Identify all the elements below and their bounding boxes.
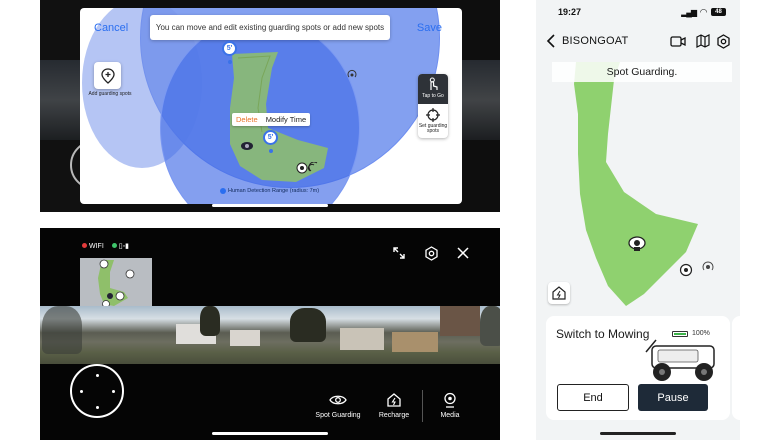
battery-bar: [672, 331, 688, 337]
charging-station-icon: [679, 261, 714, 277]
phone-screen: 19:27 ▂▄▆ ◠ 48 BISONGOAT Spot Guarding. …: [536, 0, 740, 440]
map-tools: Tap to Go Set guarding spots: [418, 74, 448, 138]
save-button[interactable]: Save: [417, 22, 442, 34]
map-icon[interactable]: [696, 34, 710, 48]
guard-spot-pin[interactable]: 5': [222, 41, 237, 56]
mini-map-lawn: [98, 259, 135, 308]
camera-icon: [444, 392, 456, 408]
clock: 19:27: [558, 7, 582, 17]
spot-guarding-label: Spot Guarding: [315, 412, 361, 419]
media-label: Media: [440, 412, 460, 419]
wifi-icon: ◠: [700, 6, 707, 17]
close-icon[interactable]: [456, 246, 470, 263]
set-guarding-spots-label: Set guarding spots: [418, 123, 448, 134]
connection-status: WIFI ▯◦▮: [82, 242, 129, 250]
switch-to-mowing-button[interactable]: Switch to Mowing: [556, 327, 649, 341]
eye-icon: [329, 395, 347, 405]
guard-spot-pin-selected[interactable]: 5': [263, 130, 278, 145]
camera-feed: [40, 306, 500, 364]
next-card-peek: [732, 316, 740, 420]
cellular-icon: ▂▄▆: [681, 7, 697, 17]
mower-icon: [241, 142, 253, 150]
live-camera-screen: WIFI ▯◦▮ Spot Guarding Recharge Media: [40, 228, 500, 440]
recharge-label: Recharge: [378, 412, 410, 419]
settings-icon[interactable]: [716, 34, 731, 49]
end-button[interactable]: End: [557, 384, 629, 411]
detection-range-note: Human Detection Range (radius: 7m): [220, 188, 319, 194]
media-button[interactable]: Media: [430, 392, 470, 419]
battery-percent: 100%: [692, 330, 710, 337]
cancel-button[interactable]: Cancel: [94, 22, 128, 34]
settings-icon[interactable]: [424, 246, 439, 264]
battery-indicator: 48: [711, 8, 726, 16]
mode-banner: Spot Guarding.: [552, 62, 732, 82]
hint-toast: You can move and edit existing guarding …: [150, 15, 390, 40]
charging-station-icon: [296, 162, 318, 174]
home-indicator: [212, 204, 328, 207]
video-icon[interactable]: [670, 36, 686, 47]
add-pin-icon: [100, 67, 115, 84]
back-chevron-icon[interactable]: [546, 34, 556, 48]
signal-icon: [347, 69, 357, 78]
tap-hand-icon: [429, 77, 438, 90]
pin-anchor: [228, 60, 232, 64]
pause-button[interactable]: Pause: [638, 384, 708, 411]
home-charge-icon: [552, 286, 566, 300]
recharge-button[interactable]: Recharge: [374, 392, 414, 419]
mower-image: [645, 339, 715, 381]
add-guarding-spot-button[interactable]: [94, 62, 121, 89]
home-indicator: [212, 432, 328, 435]
set-guarding-spots-button[interactable]: Set guarding spots: [418, 104, 448, 138]
delete-button[interactable]: Delete: [232, 113, 262, 126]
spot-guarding-button[interactable]: Spot Guarding: [312, 392, 364, 419]
add-guarding-spot-label: Add guarding spots: [88, 91, 132, 97]
tap-to-go-label: Tap to Go: [422, 93, 444, 99]
battery-fill: [674, 333, 686, 335]
detection-range-text: Human Detection Range (radius: 7m): [228, 188, 320, 194]
camera-preview-left: [40, 60, 80, 140]
cellular-status: ▯◦▮: [111, 242, 129, 250]
return-home-button[interactable]: [548, 282, 570, 304]
crosshair-icon: [426, 108, 440, 122]
status-bar: 19:27 ▂▄▆ ◠ 48: [536, 0, 740, 24]
camera-preview-right: [460, 60, 500, 140]
spot-popup-menu: Delete Modify Time: [232, 113, 311, 126]
fullscreen-icon[interactable]: [392, 246, 406, 263]
mini-map[interactable]: [80, 258, 152, 310]
device-title: BISONGOAT: [562, 35, 629, 47]
modify-time-button[interactable]: Modify Time: [262, 113, 310, 126]
recharge-house-icon: [387, 393, 401, 407]
wifi-status: WIFI: [82, 242, 104, 250]
check-icon: [220, 188, 226, 194]
divider: [422, 390, 423, 422]
mower-icon: [628, 236, 646, 251]
home-indicator: [600, 432, 676, 435]
tap-to-go-button[interactable]: Tap to Go: [418, 74, 448, 104]
pin-anchor: [269, 149, 273, 153]
joystick[interactable]: [70, 364, 124, 418]
control-card: Switch to Mowing 100% End Pause: [546, 316, 730, 420]
guarding-editor-screen: You can move and edit existing guarding …: [40, 0, 500, 212]
map-panel[interactable]: You can move and edit existing guarding …: [80, 8, 462, 204]
